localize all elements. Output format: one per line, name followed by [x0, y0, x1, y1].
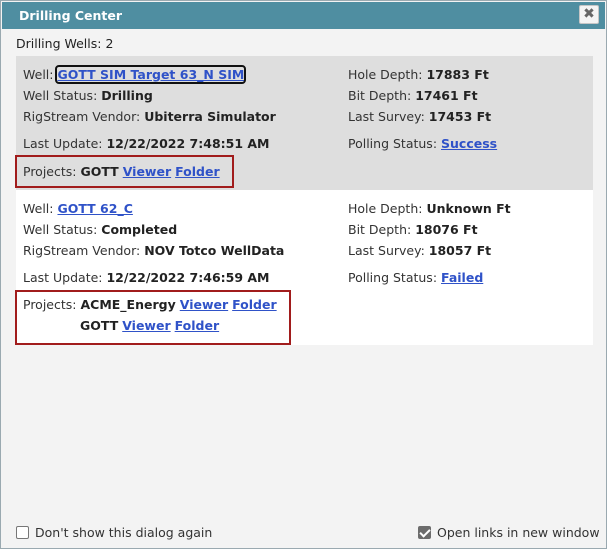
- last-update-label: Last Update:: [23, 270, 103, 285]
- bit-depth-value: 17461 Ft: [415, 88, 478, 103]
- drilling-center-dialog: Drilling Center ✖ Drilling Wells: 2 Well…: [0, 0, 607, 549]
- rigstream-vendor-label: RigStream Vendor:: [23, 109, 141, 124]
- polling-status-row: Polling Status: Success: [348, 136, 497, 151]
- well-status-label: Well Status:: [23, 88, 98, 103]
- well-name-row: Well: GOTT SIM Target 63_N SIM: [23, 65, 247, 84]
- close-button[interactable]: ✖: [579, 5, 599, 24]
- dont-show-again-label: Don't show this dialog again: [35, 525, 213, 540]
- open-links-new-window-checkbox[interactable]: Open links in new window: [418, 525, 600, 540]
- drilling-wells-label: Drilling Wells:: [16, 36, 102, 51]
- dont-show-again-box[interactable]: [16, 526, 29, 539]
- last-update-value: 12/22/2022 7:48:51 AM: [106, 136, 270, 151]
- polling-status-link[interactable]: Failed: [441, 270, 483, 285]
- dont-show-again-checkbox[interactable]: Don't show this dialog again: [16, 525, 212, 540]
- drilling-wells-count: Drilling Wells: 2: [16, 36, 113, 51]
- last-update-row: Last Update: 12/22/2022 7:48:51 AM: [23, 136, 270, 151]
- bit-depth-label: Bit Depth:: [348, 88, 412, 103]
- close-icon: ✖: [583, 6, 595, 22]
- open-links-check-icon[interactable]: [418, 526, 431, 539]
- last-update-value: 12/22/2022 7:46:59 AM: [106, 270, 270, 285]
- well-status-row: Well Status: Drilling: [23, 88, 153, 103]
- bit-depth-row: Bit Depth: 18076 Ft: [348, 222, 478, 237]
- last-survey-label: Last Survey:: [348, 109, 425, 124]
- last-survey-row: Last Survey: 17453 Ft: [348, 109, 491, 124]
- projects-highlight-box-2: [15, 290, 291, 345]
- well-status-value: Drilling: [101, 88, 153, 103]
- well-status-value: Completed: [101, 222, 178, 237]
- rigstream-vendor-value: Ubiterra Simulator: [144, 109, 276, 124]
- rigstream-vendor-label: RigStream Vendor:: [23, 243, 141, 258]
- drilling-wells-value: 2: [105, 36, 114, 51]
- polling-status-row: Polling Status: Failed: [348, 270, 483, 285]
- open-links-label: Open links in new window: [437, 525, 600, 540]
- rigstream-vendor-value: NOV Totco WellData: [144, 243, 285, 258]
- last-survey-value: 18057 Ft: [428, 243, 492, 258]
- polling-status-label: Polling Status:: [348, 136, 438, 151]
- well-status-row: Well Status: Completed: [23, 222, 177, 237]
- projects-highlight-box-1: [15, 155, 234, 188]
- last-survey-value: 17453 Ft: [428, 109, 492, 124]
- last-update-label: Last Update:: [23, 136, 103, 151]
- dialog-titlebar[interactable]: Drilling Center: [2, 2, 605, 29]
- last-survey-row: Last Survey: 18057 Ft: [348, 243, 491, 258]
- hole-depth-row: Hole Depth: 17883 Ft: [348, 67, 489, 82]
- rigstream-vendor-row: RigStream Vendor: Ubiterra Simulator: [23, 109, 276, 124]
- bit-depth-label: Bit Depth:: [348, 222, 412, 237]
- hole-depth-value: 17883 Ft: [426, 67, 489, 82]
- hole-depth-value: Unknown Ft: [426, 201, 511, 216]
- well-name-link[interactable]: GOTT SIM Target 63_N SIM: [55, 65, 247, 84]
- last-update-row: Last Update: 12/22/2022 7:46:59 AM: [23, 270, 270, 285]
- well-label: Well:: [23, 201, 54, 216]
- last-survey-label: Last Survey:: [348, 243, 425, 258]
- hole-depth-label: Hole Depth:: [348, 67, 423, 82]
- dialog-title: Drilling Center: [19, 8, 123, 23]
- rigstream-vendor-row: RigStream Vendor: NOV Totco WellData: [23, 243, 284, 258]
- well-name-row: Well: GOTT 62_C: [23, 201, 133, 216]
- polling-status-link[interactable]: Success: [441, 136, 497, 151]
- well-label: Well:: [23, 67, 54, 82]
- polling-status-label: Polling Status:: [348, 270, 438, 285]
- bit-depth-value: 18076 Ft: [415, 222, 478, 237]
- well-status-label: Well Status:: [23, 222, 98, 237]
- hole-depth-row: Hole Depth: Unknown Ft: [348, 201, 511, 216]
- well-name-link[interactable]: GOTT 62_C: [57, 201, 132, 216]
- bit-depth-row: Bit Depth: 17461 Ft: [348, 88, 478, 103]
- hole-depth-label: Hole Depth:: [348, 201, 423, 216]
